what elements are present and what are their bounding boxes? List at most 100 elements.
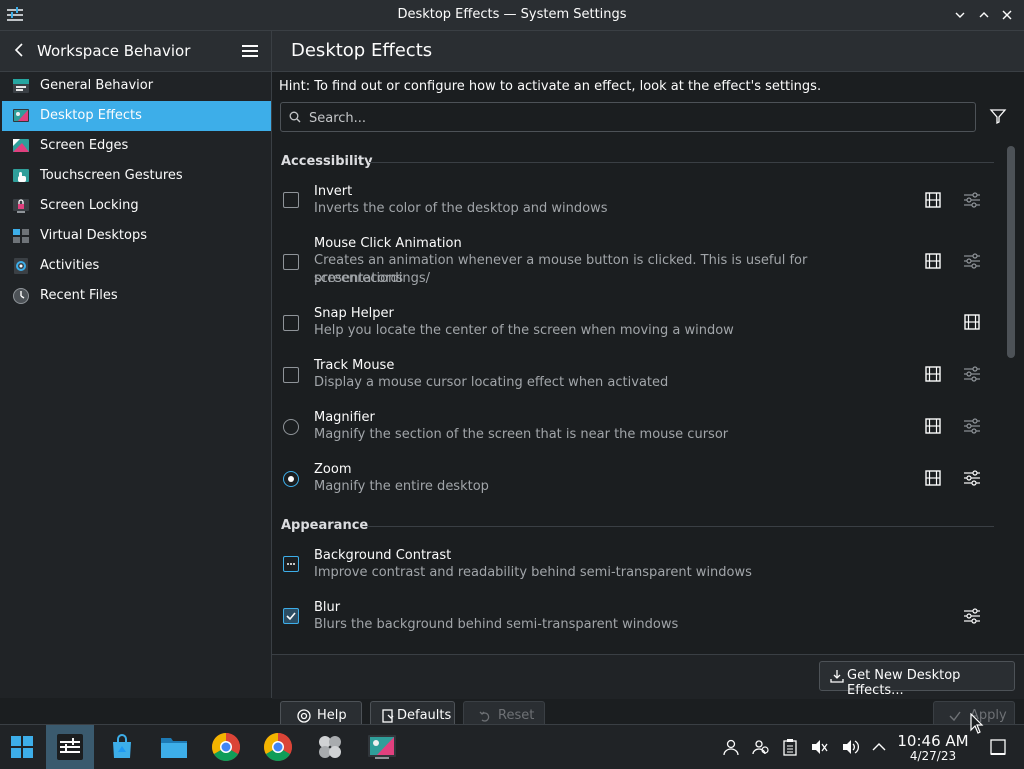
sidebar-item-screen-edges[interactable]: Screen Edges: [2, 131, 271, 161]
effect-checkbox-track-mouse[interactable]: [283, 367, 299, 383]
effect-name-snap-helper: Snap Helper: [314, 306, 394, 321]
discover-store-icon: [113, 734, 131, 758]
effect-checkbox-snap-helper[interactable]: [283, 315, 299, 331]
effect-checkbox-mouse-click-animation[interactable]: [283, 254, 299, 270]
defaults-label: Defaults: [397, 708, 452, 723]
search-field[interactable]: [280, 102, 976, 132]
effect-checkbox-blur[interactable]: [283, 608, 299, 624]
effect-name-zoom: Zoom: [314, 462, 352, 477]
settings-sliders-icon: [964, 366, 980, 382]
user-icon: [723, 739, 739, 756]
video-button[interactable]: [924, 252, 942, 270]
effect-desc-snap-helper: Help you locate the center of the screen…: [314, 323, 734, 338]
sidebar-item-desktop-effects[interactable]: Desktop Effects: [2, 101, 271, 131]
users-icon: [752, 740, 769, 755]
effect-name-invert: Invert: [314, 184, 353, 199]
sidebar-item-virtual-desktops[interactable]: Virtual Desktops: [2, 221, 271, 251]
close-button[interactable]: [998, 6, 1016, 24]
desktop-effects-app-icon: [368, 735, 396, 759]
hint-text: Hint: To find out or configure how to ac…: [279, 79, 822, 94]
effect-name-background-contrast: Background Contrast: [314, 548, 452, 563]
taskbar-app-desktop-effects[interactable]: [360, 725, 404, 769]
configure-button[interactable]: [963, 417, 981, 435]
settings-sliders-icon: [964, 253, 980, 269]
configure-button[interactable]: [963, 252, 981, 270]
effect-name-magnifier: Magnifier: [314, 410, 375, 425]
configure-button[interactable]: [963, 607, 981, 625]
screen-locking-icon: [12, 197, 30, 215]
hamburger-menu-button[interactable]: [241, 43, 259, 59]
partial-check-icon: [287, 563, 295, 565]
effect-radio-magnifier[interactable]: [283, 419, 299, 435]
configure-button[interactable]: [963, 365, 981, 383]
close-icon: [1002, 10, 1012, 20]
video-button[interactable]: [924, 365, 942, 383]
film-icon: [925, 470, 941, 486]
minimize-button[interactable]: [951, 6, 969, 24]
sidebar-item-touchscreen-gestures[interactable]: Touchscreen Gestures: [2, 161, 271, 191]
taskbar-app-chrome-2[interactable]: [256, 725, 300, 769]
sidebar-item-label: Screen Edges: [40, 138, 129, 153]
sidebar-item-recent-files[interactable]: Recent Files: [2, 281, 271, 311]
sidebar-item-activities[interactable]: Activities: [2, 251, 271, 281]
configure-button[interactable]: [963, 191, 981, 209]
effects-list[interactable]: Accessibility Invert Inverts the color o…: [273, 141, 1006, 653]
sidebar-item-label: Virtual Desktops: [40, 228, 147, 243]
effect-desc-line-mouse-click-animation: presentations: [314, 271, 404, 286]
chevron-up-icon: [872, 743, 886, 751]
download-icon: [830, 669, 844, 683]
clock[interactable]: 10:46 AM 4/27/23: [896, 732, 970, 763]
film-icon: [925, 253, 941, 269]
effect-checkbox-invert[interactable]: [283, 192, 299, 208]
show-desktop-icon: [990, 739, 1006, 755]
effect-desc-background-contrast: Improve contrast and readability behind …: [314, 565, 752, 580]
vertical-scrollbar[interactable]: [1007, 146, 1015, 358]
video-button[interactable]: [963, 313, 981, 331]
effect-desc-blur: Blurs the background behind semi-transpa…: [314, 617, 679, 632]
film-icon: [925, 192, 941, 208]
settings-sliders-icon: [964, 192, 980, 208]
defaults-icon: [381, 709, 395, 723]
undo-icon: [478, 709, 492, 723]
effect-desc-zoom: Magnify the entire desktop: [314, 479, 489, 494]
show-desktop-button[interactable]: [989, 738, 1007, 756]
taskbar-app-file-manager[interactable]: [152, 725, 196, 769]
taskbar-app-system-settings[interactable]: [46, 725, 94, 769]
taskbar-app-steam-link[interactable]: [308, 725, 352, 769]
volume-tray-button[interactable]: [841, 738, 859, 756]
video-button[interactable]: [924, 417, 942, 435]
maximize-button[interactable]: [975, 6, 993, 24]
chevron-down-icon: [955, 12, 965, 18]
get-new-effects-button[interactable]: Get New Desktop Effects...: [819, 661, 1015, 698]
sidebar-item-screen-locking[interactable]: Screen Locking: [2, 191, 271, 221]
video-button[interactable]: [924, 469, 942, 487]
start-menu-button[interactable]: [0, 725, 44, 769]
expand-tray-button[interactable]: [870, 738, 888, 756]
search-input[interactable]: [307, 107, 961, 129]
chrome-icon: [264, 733, 292, 761]
volume-muted-tray-button[interactable]: [810, 738, 828, 756]
taskbar-app-chrome[interactable]: [204, 725, 248, 769]
touchscreen-gestures-icon: [12, 167, 30, 185]
sidebar-item-label: Activities: [40, 258, 100, 273]
configure-button[interactable]: [963, 469, 981, 487]
help-icon: [297, 709, 311, 723]
effect-desc-magnifier: Magnify the section of the screen that i…: [314, 427, 729, 442]
video-button[interactable]: [924, 191, 942, 209]
users-tray-button[interactable]: [752, 738, 770, 756]
user-tray-button[interactable]: [722, 738, 740, 756]
page-title: Desktop Effects: [291, 40, 433, 61]
effect-checkbox-background-contrast[interactable]: [283, 556, 299, 572]
clipboard-tray-button[interactable]: [781, 738, 799, 756]
taskbar-app-discover[interactable]: [100, 725, 144, 769]
back-button[interactable]: [10, 41, 28, 59]
filter-button[interactable]: [988, 106, 1008, 126]
effect-radio-zoom[interactable]: [283, 471, 299, 487]
chevron-left-icon: [14, 43, 23, 57]
sidebar-item-general-behavior[interactable]: General Behavior: [2, 71, 271, 101]
checkmark-icon: [286, 612, 296, 621]
steam-link-icon: [319, 736, 341, 758]
clock-time: 10:46 AM: [897, 732, 969, 750]
hamburger-menu-icon: [242, 45, 258, 57]
sidebar-item-label: General Behavior: [40, 78, 154, 93]
